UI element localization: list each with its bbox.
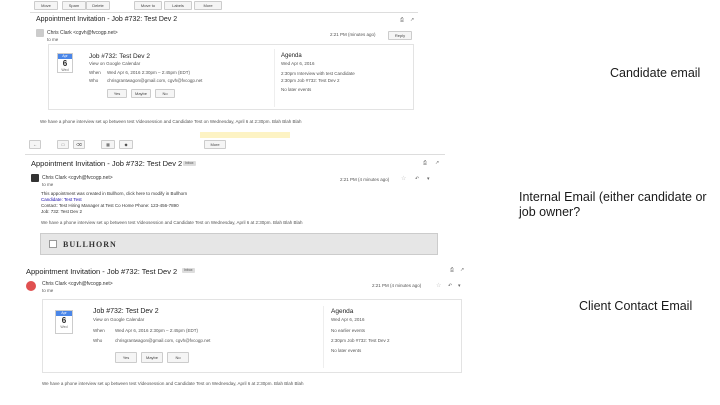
agenda-title: Agenda xyxy=(281,53,302,59)
calendar-date-icon: Apr 6 Wed xyxy=(55,310,73,334)
email-subject: Appointment Invitation - Job #732: Test … xyxy=(31,159,183,168)
move-button[interactable]: ▦ xyxy=(101,140,115,149)
sender-avatar xyxy=(26,281,36,291)
archive-button[interactable]: □ xyxy=(57,140,69,149)
move-button[interactable]: Move xyxy=(34,1,58,10)
agenda-item: 2:30pm Job #732: Test Dev 2 xyxy=(331,338,390,343)
candidate-email-screenshot: Move Spam Delete Move to Labels More App… xyxy=(30,0,418,132)
more-options-icon[interactable]: ▾ xyxy=(427,176,430,182)
star-icon[interactable]: ☆ xyxy=(436,283,442,289)
when-value: Wed Apr 6, 2016 2:30pm – 2:45pm (EDT) xyxy=(107,70,190,75)
new-window-icon[interactable]: ↗ xyxy=(410,17,414,23)
reply-button[interactable]: Reply xyxy=(388,31,412,40)
when-value: Wed Apr 6, 2016 2:30pm – 2:45pm (EDT) xyxy=(115,328,198,333)
calendar-invite-card: Apr 6 Wed Job #732: Test Dev 2 View on G… xyxy=(48,44,414,110)
email-body: We have a phone interview set up between… xyxy=(41,220,303,225)
view-calendar-link[interactable]: View on Google Calendar xyxy=(93,317,144,322)
email-time: 2:21 PM (4 minutes ago) xyxy=(340,177,390,182)
email-body: We have a phone interview set up between… xyxy=(40,119,302,124)
candidate-line: Candidate: Test Test xyxy=(41,197,82,202)
who-value: chrisgrantwagon@gmail.com, cgvh@fvcogp.n… xyxy=(115,338,211,343)
new-window-icon[interactable]: ↗ xyxy=(435,160,439,166)
job-line: Job: 732: Test Dev 2 xyxy=(41,209,82,214)
agenda-title: Agenda xyxy=(331,308,354,315)
contact-line: Contact: Test Hiring Manager at Test Co … xyxy=(41,203,179,208)
bullhorn-logo: BULLHORN xyxy=(63,240,117,249)
recipient: to me xyxy=(47,37,59,42)
star-icon[interactable]: ☆ xyxy=(401,176,407,182)
print-icon[interactable]: ⎙ xyxy=(450,267,454,273)
more-button[interactable]: More xyxy=(194,1,222,10)
print-icon[interactable]: ⎙ xyxy=(423,160,427,166)
sender-name: Chris Clark <cgvh@fvcogp.net> xyxy=(42,281,113,287)
view-calendar-link[interactable]: View on Google Calendar xyxy=(89,61,140,66)
event-title: Job #732: Test Dev 2 xyxy=(93,308,159,315)
bullhorn-footer: BULLHORN xyxy=(40,233,438,255)
email-subject: Appointment Invitation - Job #732: Test … xyxy=(36,16,178,23)
recipient: to me xyxy=(42,288,54,293)
who-value: chrisgrantwagon@gmail.com, cgvh@fvcogp.n… xyxy=(107,78,203,83)
toolbar: Move Spam Delete Move to Labels More xyxy=(34,1,254,10)
agenda-divider xyxy=(274,49,275,107)
internal-email-screenshot: ← □ ⌫ ▦ ◆ More Appointment Invitation - … xyxy=(25,132,445,260)
rsvp-no-button[interactable]: No xyxy=(167,352,189,363)
notification-bar xyxy=(200,132,290,138)
move-to-button[interactable]: Move to xyxy=(134,1,162,10)
more-button[interactable]: More xyxy=(204,140,226,149)
sender-name: Chris Clark <cgvh@fvcogp.net> xyxy=(47,30,118,36)
rsvp-yes-button[interactable]: Yes xyxy=(115,352,137,363)
spam-button[interactable]: Spam xyxy=(62,1,86,10)
delete-button[interactable]: ⌫ xyxy=(73,140,85,149)
toolbar-divider xyxy=(30,12,418,13)
event-title: Job #732: Test Dev 2 xyxy=(89,53,150,60)
bullhorn-logo-icon xyxy=(49,240,57,248)
delete-button[interactable]: Delete xyxy=(86,1,110,10)
agenda-date: Wed Apr 6, 2016 xyxy=(281,61,315,66)
inbox-tag[interactable]: Inbox xyxy=(182,268,195,273)
agenda-item: No earlier events xyxy=(331,328,366,333)
who-label: Who xyxy=(89,78,99,83)
rsvp-maybe-button[interactable]: Maybe xyxy=(141,352,163,363)
client-email-caption: Client Contact Email xyxy=(579,299,693,313)
more-options-icon[interactable]: ▾ xyxy=(458,283,461,289)
rsvp-maybe-button[interactable]: Maybe xyxy=(131,89,151,98)
labels-button[interactable]: Labels xyxy=(164,1,192,10)
sender-avatar xyxy=(31,174,39,182)
calendar-invite-card: Apr 6 Wed Job #732: Test Dev 2 View on G… xyxy=(42,299,462,373)
email-subject: Appointment Invitation - Job #732: Test … xyxy=(26,267,178,276)
agenda-item: No later events xyxy=(281,87,312,92)
agenda-item: No later events xyxy=(331,348,362,353)
back-button[interactable]: ← xyxy=(29,140,41,149)
calendar-date-icon: Apr 6 Wed xyxy=(57,53,73,73)
labels-button[interactable]: ◆ xyxy=(119,140,133,149)
client-email-screenshot: Appointment Invitation - Job #732: Test … xyxy=(22,263,468,405)
recipient: to me xyxy=(42,182,54,187)
print-icon[interactable]: ⎙ xyxy=(400,17,404,23)
reply-icon[interactable]: ↶ xyxy=(448,283,452,289)
email-time: 2:21 PM (4 minutes ago) xyxy=(372,283,422,288)
agenda-date: Wed Apr 6, 2016 xyxy=(331,317,365,322)
internal-email-caption: Internal Email (either candidate or job … xyxy=(519,190,707,219)
rsvp-yes-button[interactable]: Yes xyxy=(107,89,127,98)
agenda-divider xyxy=(323,306,324,368)
when-label: When xyxy=(89,70,101,75)
reply-icon[interactable]: ↶ xyxy=(415,176,419,182)
rsvp-no-button[interactable]: No xyxy=(155,89,175,98)
toolbar-divider xyxy=(25,154,445,155)
agenda-item: 2:30pm Interview with test Candidate xyxy=(281,71,355,76)
toolbar: ← □ ⌫ ▦ ◆ More xyxy=(29,140,269,149)
email-body: We have a phone interview set up between… xyxy=(42,381,304,386)
email-time: 2:21 PM (minutes ago) xyxy=(330,32,376,37)
agenda-item: 2:30pm Job #732: Test Dev 2 xyxy=(281,78,340,83)
sender-name: Chris Clark <cgvh@fvcogp.net> xyxy=(42,175,113,181)
sender-avatar xyxy=(36,29,44,37)
bullhorn-notice: This appointment was created in Bullhorn… xyxy=(41,191,188,196)
candidate-email-caption: Candidate email xyxy=(610,66,701,80)
who-label: Who xyxy=(93,338,103,343)
inbox-tag[interactable]: Inbox xyxy=(183,161,196,166)
when-label: When xyxy=(93,328,105,333)
new-window-icon[interactable]: ↗ xyxy=(460,267,464,273)
